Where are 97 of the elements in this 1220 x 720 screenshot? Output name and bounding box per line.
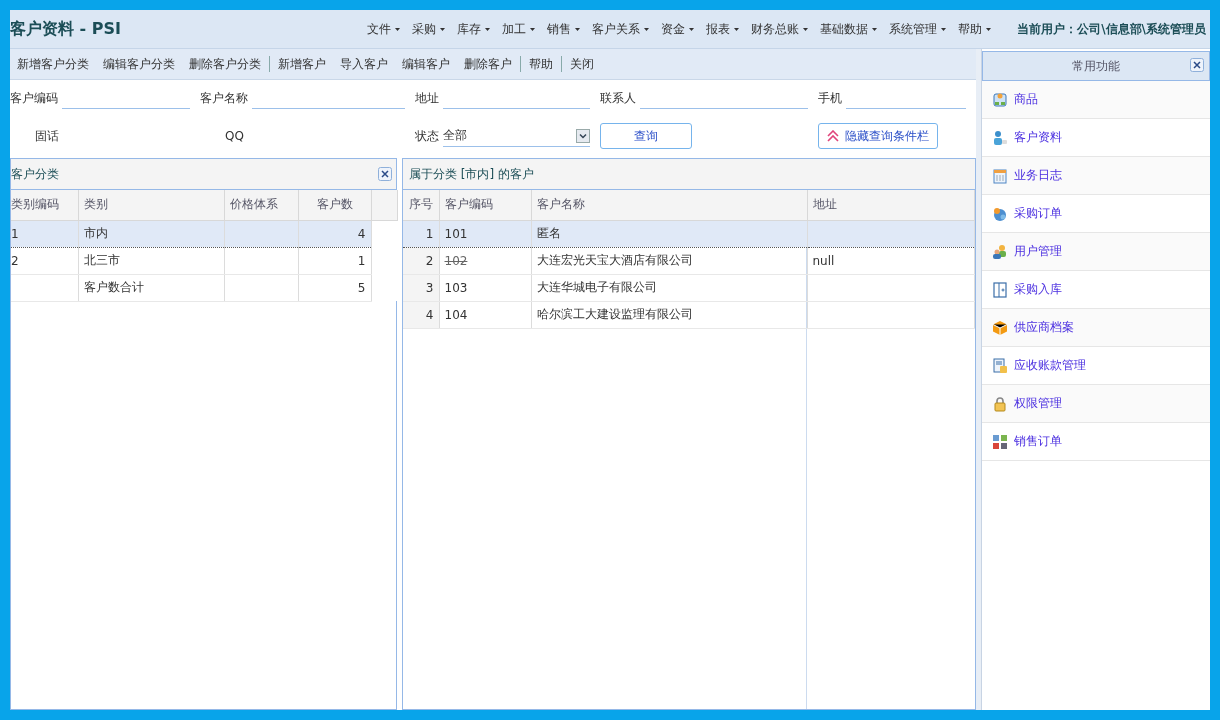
menu-item[interactable]: 系统管理 bbox=[883, 20, 953, 38]
panel-title: 客户分类 bbox=[11, 165, 59, 183]
field-label: 状态 bbox=[415, 127, 439, 145]
toolbar-button[interactable]: 新增客户分类 bbox=[10, 55, 96, 73]
menu-item[interactable]: 库存 bbox=[451, 20, 497, 38]
query-button[interactable]: 查询 bbox=[600, 123, 692, 149]
window-title: 客户资料 - PSI bbox=[10, 18, 122, 40]
column-header[interactable]: 价格体系 bbox=[224, 190, 298, 220]
table-cell: 5 bbox=[357, 280, 366, 295]
shortcut-item[interactable]: 业务日志 bbox=[982, 157, 1210, 195]
menu-item[interactable]: 采购 bbox=[406, 20, 452, 38]
table-cell: 客户数合计 bbox=[83, 280, 144, 294]
menu-item[interactable]: 报表 bbox=[700, 20, 746, 38]
caret-icon bbox=[530, 27, 536, 31]
hide-filter-button[interactable]: 隐藏查询条件栏 bbox=[818, 123, 938, 149]
box-icon bbox=[992, 319, 1008, 336]
globe-icon bbox=[992, 205, 1008, 222]
grid-icon bbox=[992, 433, 1008, 450]
caret-icon bbox=[689, 27, 695, 31]
goods-icon bbox=[992, 91, 1008, 108]
caret-icon bbox=[644, 27, 650, 31]
table-cell: 102 bbox=[444, 253, 468, 268]
toolbar-button[interactable]: 删除客户 bbox=[457, 55, 519, 73]
caret-icon bbox=[485, 27, 491, 31]
column-header[interactable]: 地址 bbox=[807, 190, 975, 220]
menu-item[interactable]: 基础数据 bbox=[814, 20, 884, 38]
column-header[interactable]: 类别 bbox=[78, 190, 224, 220]
status-select[interactable]: 全部 bbox=[443, 125, 590, 147]
field-label: 客户编码 bbox=[10, 89, 58, 107]
caret-icon bbox=[440, 27, 446, 31]
close-icon[interactable] bbox=[378, 167, 392, 181]
menu-item[interactable]: 销售 bbox=[541, 20, 587, 38]
menu-item[interactable]: 财务总账 bbox=[745, 20, 815, 38]
menu-item[interactable]: 加工 bbox=[496, 20, 542, 38]
table-cell: 市内 bbox=[83, 226, 108, 240]
table-cell: 4 bbox=[425, 307, 434, 322]
shortcut-item[interactable]: 权限管理 bbox=[982, 385, 1210, 423]
toolbar-button[interactable]: 导入客户 bbox=[333, 55, 395, 73]
column-header[interactable]: 客户名称 bbox=[531, 190, 807, 220]
toolbar-button[interactable]: 编辑客户分类 bbox=[96, 55, 182, 73]
table-cell: 2 bbox=[11, 253, 19, 268]
field-label: 手机 bbox=[818, 89, 842, 107]
table-cell: 2 bbox=[425, 253, 434, 268]
toolbar-button[interactable]: 帮助 bbox=[522, 55, 560, 73]
caret-icon bbox=[575, 27, 581, 31]
field-label: 固话 bbox=[34, 127, 59, 145]
caret-icon bbox=[734, 27, 740, 31]
table-cell: 101 bbox=[444, 226, 468, 241]
shortcut-item[interactable]: 供应商档案 bbox=[982, 309, 1210, 347]
table-cell: 1 bbox=[357, 253, 366, 268]
table-cell: 匿名 bbox=[536, 226, 561, 240]
table-cell: 1 bbox=[425, 226, 434, 241]
toolbar-button[interactable]: 删除客户分类 bbox=[182, 55, 268, 73]
door-icon bbox=[992, 281, 1008, 298]
table-cell: 哈尔滨工大建设监理有限公司 bbox=[536, 307, 693, 321]
shortcut-item[interactable]: 销售订单 bbox=[982, 423, 1210, 461]
field-label: 地址 bbox=[415, 89, 439, 107]
toolbar-button[interactable]: 关闭 bbox=[563, 55, 601, 73]
caret-icon bbox=[395, 27, 401, 31]
caret-icon bbox=[803, 27, 809, 31]
table-cell: 大连宏光天宝大酒店有限公司 bbox=[536, 253, 693, 267]
menu-item[interactable]: 帮助 bbox=[952, 20, 998, 38]
panel-title: 属于分类 [市内] 的客户 bbox=[409, 165, 534, 183]
table-cell: 103 bbox=[444, 280, 468, 295]
double-chevron-icon bbox=[827, 130, 839, 142]
shortcut-item[interactable]: 用户管理 bbox=[982, 233, 1210, 271]
toolbar-button[interactable]: 新增客户 bbox=[271, 55, 333, 73]
table-cell: 北三市 bbox=[83, 253, 120, 267]
customer-icon bbox=[992, 129, 1008, 146]
users-icon bbox=[992, 243, 1008, 260]
current-user: 当前用户：公司\信息部\系统管理员 bbox=[1017, 20, 1206, 38]
table-cell: 3 bbox=[425, 280, 434, 295]
menu-item[interactable]: 客户关系 bbox=[586, 20, 656, 38]
caret-icon bbox=[941, 27, 947, 31]
toolbar-button[interactable]: 编辑客户 bbox=[395, 55, 457, 73]
table-cell: 104 bbox=[444, 307, 468, 322]
table-cell: 大连华城电子有限公司 bbox=[536, 280, 657, 294]
ledger-icon bbox=[992, 357, 1008, 374]
column-header[interactable]: 类别编码 bbox=[11, 190, 78, 220]
table-cell: 1 bbox=[11, 226, 19, 241]
column-header[interactable]: 客户数 bbox=[298, 190, 371, 220]
table-cell: null bbox=[812, 253, 835, 268]
field-label: 联系人 bbox=[600, 89, 636, 107]
caret-icon bbox=[986, 27, 992, 31]
panel-title: 常用功能 bbox=[1072, 57, 1120, 75]
caret-icon bbox=[872, 27, 878, 31]
lock-icon bbox=[992, 395, 1008, 412]
table-cell: 4 bbox=[357, 226, 366, 241]
close-icon[interactable] bbox=[1190, 58, 1204, 72]
column-header[interactable]: 序号 bbox=[403, 190, 439, 220]
menu-item[interactable]: 文件 bbox=[361, 20, 407, 38]
menu-item[interactable]: 资金 bbox=[655, 20, 701, 38]
field-label: 客户名称 bbox=[200, 89, 248, 107]
column-header[interactable]: 客户编码 bbox=[439, 190, 531, 220]
field-label: QQ bbox=[224, 129, 244, 143]
shortcut-item[interactable]: 商品 bbox=[982, 81, 1210, 119]
calendar-icon bbox=[992, 167, 1008, 184]
